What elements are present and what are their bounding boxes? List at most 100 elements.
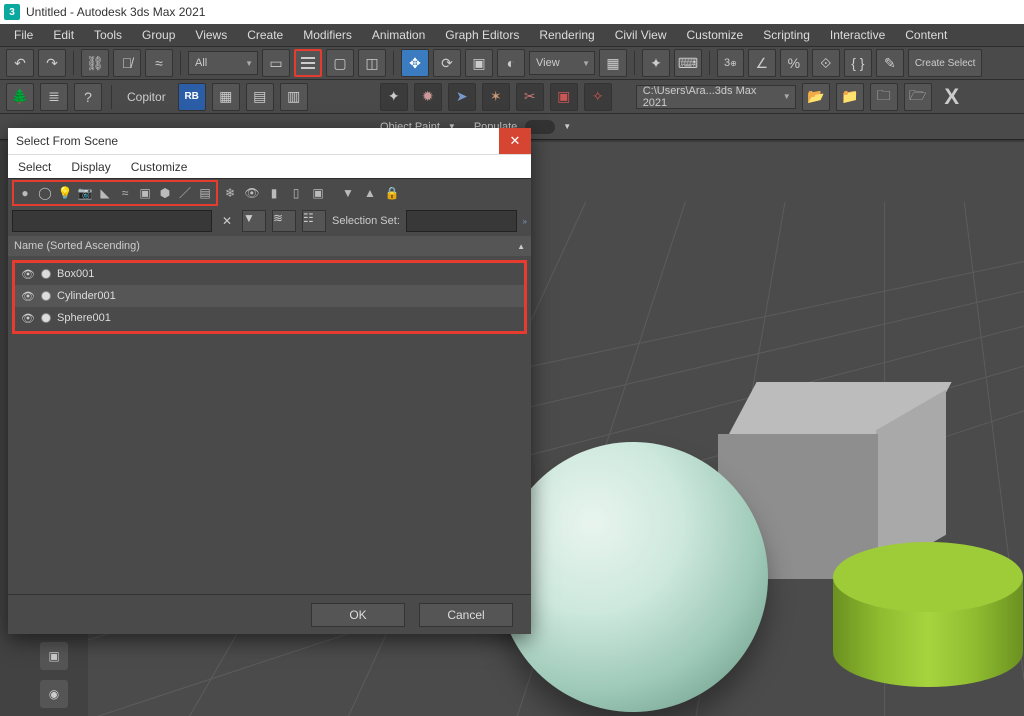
expand-icon[interactable]: » xyxy=(523,217,527,226)
paint-btn-7[interactable]: ✧ xyxy=(584,83,612,111)
layers-button[interactable]: ≋ xyxy=(272,210,296,232)
menu-rendering[interactable]: Rendering xyxy=(529,25,604,45)
hide-filter-icon[interactable]: 👁 xyxy=(242,183,262,203)
filter-bone-icon[interactable]: ／ xyxy=(175,183,195,203)
display-none-icon[interactable]: ▯ xyxy=(286,183,306,203)
pivot-button[interactable]: ▦ xyxy=(599,49,627,77)
menu-content[interactable]: Content xyxy=(895,25,957,45)
menu-tools[interactable]: Tools xyxy=(84,25,132,45)
undo-button[interactable]: ↶ xyxy=(6,49,34,77)
folder-btn-2[interactable]: 📁 xyxy=(836,83,864,111)
folder-btn-4[interactable]: 🗁 xyxy=(904,83,932,111)
paint-btn-2[interactable]: ✹ xyxy=(414,83,442,111)
dialog-menu-select[interactable]: Select xyxy=(8,157,61,177)
layer-explorer-button[interactable]: ≣ xyxy=(40,83,68,111)
folder-btn-3[interactable]: 🗀 xyxy=(870,83,898,111)
paint-btn-1[interactable]: ✦ xyxy=(380,83,408,111)
schematic-button[interactable]: { } xyxy=(844,49,872,77)
scene-cylinder-object[interactable] xyxy=(833,542,1023,712)
angle-snap-button[interactable]: ∠ xyxy=(748,49,776,77)
ribbon-btn-2[interactable]: ▤ xyxy=(246,83,274,111)
freeze-filter-icon[interactable]: ❄ xyxy=(220,183,240,203)
redo-button[interactable]: ↷ xyxy=(38,49,66,77)
filter2-icon[interactable]: ▲ xyxy=(360,183,380,203)
visibility-icon[interactable]: 👁 xyxy=(21,267,35,281)
paint-btn-5[interactable]: ✂ xyxy=(516,83,544,111)
menu-graph-editors[interactable]: Graph Editors xyxy=(435,25,529,45)
display-all-icon[interactable]: ▮ xyxy=(264,183,284,203)
material-editor-button[interactable]: ✎ xyxy=(876,49,904,77)
filter-shapes-icon[interactable]: ◯ xyxy=(35,183,55,203)
menu-file[interactable]: File xyxy=(4,25,43,45)
viewcube-icon[interactable]: ▣ xyxy=(40,642,68,670)
select-by-name-button[interactable] xyxy=(294,49,322,77)
steering-wheel-icon[interactable]: ◉ xyxy=(40,680,68,708)
visibility-icon[interactable]: 👁 xyxy=(21,311,35,325)
ok-button[interactable]: OK xyxy=(311,603,405,627)
filter-groups-icon[interactable]: ▣ xyxy=(135,183,155,203)
freeze-dot-icon[interactable] xyxy=(41,269,51,279)
close-button[interactable]: ✕ xyxy=(499,128,531,154)
bind-spacewarp-button[interactable]: ≈ xyxy=(145,49,173,77)
filter-cameras-icon[interactable]: 📷 xyxy=(75,183,95,203)
list-item[interactable]: 👁 Sphere001 xyxy=(15,307,524,329)
selection-set-dropdown[interactable] xyxy=(406,210,517,232)
clear-search-icon[interactable]: ✕ xyxy=(218,212,236,230)
freeze-dot-icon[interactable] xyxy=(41,291,51,301)
paint-btn-4[interactable]: ✶ xyxy=(482,83,510,111)
menu-edit[interactable]: Edit xyxy=(43,25,84,45)
manipulate-button[interactable]: ✦ xyxy=(642,49,670,77)
project-path-dropdown[interactable]: C:\Users\Ara...3ds Max 2021 xyxy=(636,85,796,109)
menu-modifiers[interactable]: Modifiers xyxy=(293,25,362,45)
rb-button[interactable]: RB xyxy=(178,83,206,111)
close-toolbar-icon[interactable]: X xyxy=(938,84,966,110)
hierarchy-button[interactable]: ☷ xyxy=(302,210,326,232)
menu-animation[interactable]: Animation xyxy=(362,25,435,45)
search-input[interactable] xyxy=(12,210,212,232)
window-crossing-button[interactable]: ◫ xyxy=(358,49,386,77)
filter-toggle-button[interactable]: ▼ xyxy=(242,210,266,232)
filter-geometry-icon[interactable]: ● xyxy=(15,183,35,203)
list-item[interactable]: 👁 Cylinder001 xyxy=(15,285,524,307)
selection-filter-dropdown[interactable]: All xyxy=(188,51,258,75)
menu-customize[interactable]: Customize xyxy=(677,25,754,45)
ribbon-btn-1[interactable]: ▦ xyxy=(212,83,240,111)
list-item[interactable]: 👁 Box001 xyxy=(15,263,524,285)
filter-container-icon[interactable]: ▤ xyxy=(195,183,215,203)
filter-xrefs-icon[interactable]: ⬢ xyxy=(155,183,175,203)
scene-sphere-object[interactable] xyxy=(498,442,768,712)
list-column-header[interactable]: Name (Sorted Ascending) ▲ xyxy=(8,236,531,256)
create-selection-button[interactable]: Create Select xyxy=(908,49,983,77)
cancel-button[interactable]: Cancel xyxy=(419,603,513,627)
filter-lights-icon[interactable]: 💡 xyxy=(55,183,75,203)
ref-coord-dropdown[interactable]: View xyxy=(529,51,595,75)
select-object-button[interactable]: ▭ xyxy=(262,49,290,77)
ribbon-btn-3[interactable]: ▥ xyxy=(280,83,308,111)
menu-scripting[interactable]: Scripting xyxy=(753,25,820,45)
move-button[interactable]: ✥ xyxy=(401,49,429,77)
chevron-down-icon[interactable]: ▼ xyxy=(563,122,571,131)
rectangle-select-button[interactable]: ▢ xyxy=(326,49,354,77)
menu-group[interactable]: Group xyxy=(132,25,185,45)
paint-btn-6[interactable]: ▣ xyxy=(550,83,578,111)
placement-button[interactable]: ◐ xyxy=(497,49,525,77)
link-button[interactable]: ⛓ xyxy=(81,49,109,77)
filter-helpers-icon[interactable]: ◣ xyxy=(95,183,115,203)
display-invert-icon[interactable]: ▣ xyxy=(308,183,328,203)
percent-snap-button[interactable]: % xyxy=(780,49,808,77)
rotate-button[interactable]: ⟳ xyxy=(433,49,461,77)
dialog-menu-customize[interactable]: Customize xyxy=(121,157,198,177)
scale-button[interactable]: ▣ xyxy=(465,49,493,77)
keyboard-button[interactable]: ⌨ xyxy=(674,49,702,77)
paint-btn-3[interactable]: ➤ xyxy=(448,83,476,111)
folder-btn-1[interactable]: 📂 xyxy=(802,83,830,111)
spinner-snap-button[interactable]: ⟐ xyxy=(812,49,840,77)
help-button[interactable]: ? xyxy=(74,83,102,111)
menu-interactive[interactable]: Interactive xyxy=(820,25,895,45)
dialog-menu-display[interactable]: Display xyxy=(61,157,120,177)
visibility-icon[interactable]: 👁 xyxy=(21,289,35,303)
filter-icon[interactable]: ▼ xyxy=(338,183,358,203)
freeze-dot-icon[interactable] xyxy=(41,313,51,323)
unlink-button[interactable]: ⛓̸ xyxy=(113,49,141,77)
lock-icon[interactable]: 🔒 xyxy=(382,183,402,203)
